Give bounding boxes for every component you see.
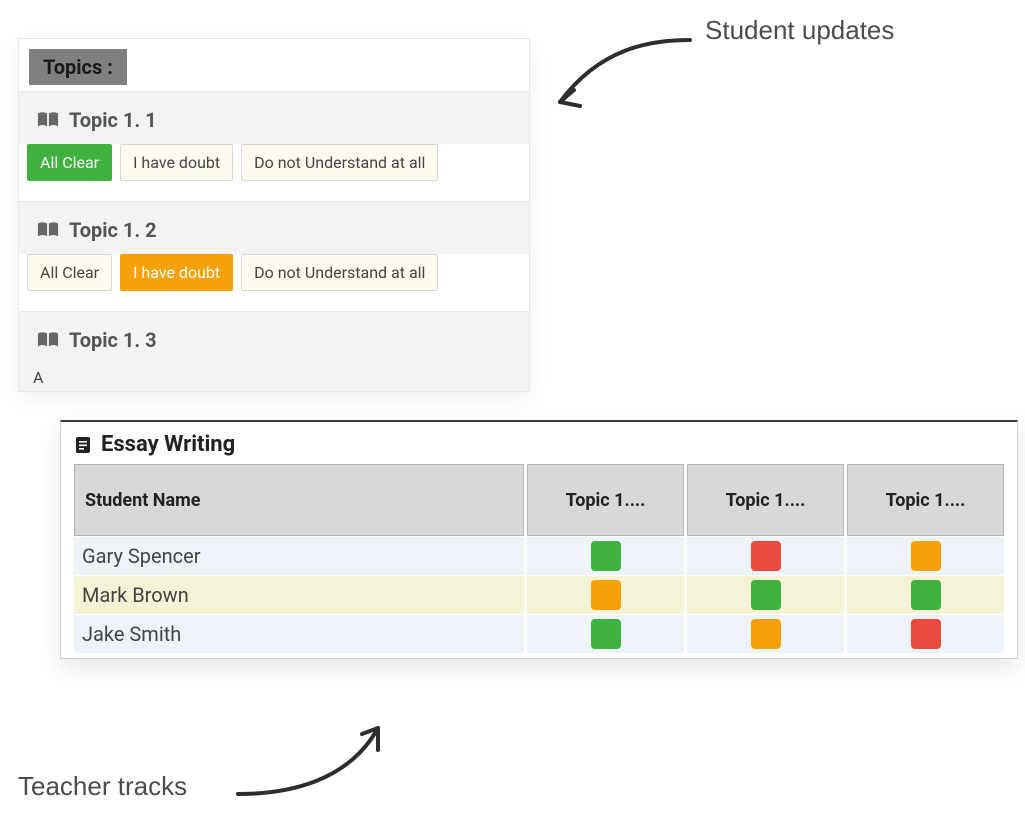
do-not-understand-button[interactable]: Do not Understand at all [241, 254, 438, 291]
partial-row-text: A [19, 364, 529, 391]
status-cell [687, 537, 844, 575]
tracker-table: Student Name Topic 1.... Topic 1.... Top… [71, 463, 1007, 654]
col-topic-1: Topic 1.... [527, 464, 684, 536]
col-topic-2-label: Topic 1.... [726, 490, 806, 511]
topic-title: Topic 1. 2 [19, 212, 529, 254]
status-cell [847, 576, 1004, 614]
arrow-teacher-icon [228, 712, 398, 802]
teacher-panel-title-label: Essay Writing [101, 432, 235, 457]
topic-block: Topic 1. 2 All Clear I have doubt Do not… [19, 201, 529, 305]
topic-button-row: All Clear I have doubt Do not Understand… [19, 144, 529, 195]
status-indicator-orange [911, 541, 941, 571]
book-icon [37, 221, 59, 239]
topic-title-label: Topic 1. 1 [69, 108, 157, 132]
annotation-student-updates: Student updates [705, 14, 894, 47]
student-topics-panel: Topics : Topic 1. 1 All Clear I have dou… [18, 38, 530, 392]
status-cell [687, 615, 844, 653]
table-row: Mark Brown [74, 576, 1004, 614]
student-name: Mark Brown [82, 583, 189, 607]
annotation-teacher-tracks: Teacher tracks [18, 770, 187, 803]
table-header-row: Student Name Topic 1.... Topic 1.... Top… [74, 464, 1004, 536]
topic-button-row: All Clear I have doubt Do not Understand… [19, 254, 529, 305]
book-icon [37, 331, 59, 349]
topic-title: Topic 1. 1 [19, 102, 529, 144]
status-cell [847, 537, 1004, 575]
status-indicator-orange [591, 580, 621, 610]
arrow-student-icon [540, 30, 700, 120]
col-student-name: Student Name [74, 464, 524, 536]
i-have-doubt-button[interactable]: I have doubt [120, 254, 233, 291]
topic-title-label: Topic 1. 3 [69, 328, 157, 352]
do-not-understand-button[interactable]: Do not Understand at all [241, 144, 438, 181]
student-name-cell: Jake Smith [74, 615, 524, 653]
teacher-tracker-panel: Essay Writing Student Name Topic 1.... T… [60, 420, 1018, 659]
status-indicator-green [591, 619, 621, 649]
topics-header: Topics : [29, 49, 127, 85]
table-row: Gary Spencer [74, 537, 1004, 575]
status-cell [527, 576, 684, 614]
all-clear-button[interactable]: All Clear [27, 144, 112, 181]
student-name: Gary Spencer [82, 544, 201, 568]
document-icon [73, 435, 93, 455]
col-topic-3-label: Topic 1.... [886, 490, 966, 511]
status-indicator-red [911, 619, 941, 649]
all-clear-button[interactable]: All Clear [27, 254, 112, 291]
status-indicator-green [751, 580, 781, 610]
topic-block: Topic 1. 1 All Clear I have doubt Do not… [19, 91, 529, 195]
topic-title-label: Topic 1. 2 [69, 218, 157, 242]
status-indicator-green [591, 541, 621, 571]
teacher-panel-title: Essay Writing [71, 426, 1007, 463]
status-cell [687, 576, 844, 614]
i-have-doubt-button[interactable]: I have doubt [120, 144, 233, 181]
topic-block: Topic 1. 3 A [19, 311, 529, 391]
col-student-name-label: Student Name [85, 490, 200, 511]
topics-header-label: Topics : [43, 55, 113, 79]
col-topic-3: Topic 1.... [847, 464, 1004, 536]
book-icon [37, 111, 59, 129]
status-cell [847, 615, 1004, 653]
status-cell [527, 537, 684, 575]
status-cell [527, 615, 684, 653]
topic-title: Topic 1. 3 [19, 322, 529, 364]
table-row: Jake Smith [74, 615, 1004, 653]
annotation-student-label: Student updates [705, 15, 894, 45]
partial-text: A [33, 368, 43, 387]
col-topic-2: Topic 1.... [687, 464, 844, 536]
col-topic-1-label: Topic 1.... [566, 490, 646, 511]
student-name: Jake Smith [82, 622, 181, 646]
student-name-cell: Mark Brown [74, 576, 524, 614]
status-indicator-red [751, 541, 781, 571]
annotation-teacher-label: Teacher tracks [18, 771, 187, 801]
status-indicator-green [911, 580, 941, 610]
student-name-cell: Gary Spencer [74, 537, 524, 575]
status-indicator-orange [751, 619, 781, 649]
